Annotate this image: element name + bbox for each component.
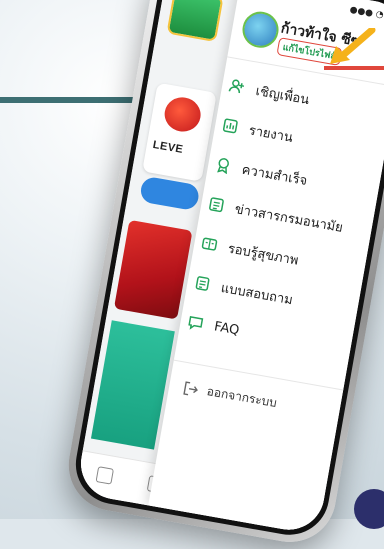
red-highlight-line — [324, 66, 384, 70]
health-literacy-icon — [199, 234, 220, 255]
status-icons: ●●● ◔ ▭ — [348, 4, 384, 23]
yellow-arrow — [330, 28, 376, 64]
level-card[interactable]: LEVE — [142, 82, 217, 182]
news-icon — [206, 194, 227, 215]
blue-action-button[interactable] — [138, 175, 201, 212]
menu-label: รายงาน — [247, 122, 294, 146]
promo-banner[interactable] — [113, 219, 193, 320]
corner-badge — [354, 489, 384, 529]
report-icon — [220, 115, 241, 136]
menu-label: FAQ — [213, 318, 241, 338]
home-icon[interactable] — [95, 466, 115, 485]
logout-icon — [182, 379, 201, 398]
menu-label: ข่าวสารกรมอนามัย — [233, 201, 344, 236]
menu-label: แบบสอบถาม — [219, 280, 294, 308]
invite-friend-icon — [227, 76, 248, 97]
survey-icon — [192, 273, 213, 294]
menu-label: เชิญเพื่อน — [254, 83, 311, 108]
faq-icon — [185, 312, 206, 333]
app-logo — [166, 0, 224, 43]
logout-button[interactable]: ออกจากระบบ — [182, 378, 279, 413]
menu-label: รอบรู้สุขภาพ — [226, 240, 300, 269]
avatar[interactable] — [239, 8, 282, 51]
achievement-icon — [213, 155, 234, 176]
robot-mascot-icon — [161, 94, 204, 135]
level-label: LEVE — [151, 138, 185, 157]
logout-label: ออกจากระบบ — [205, 383, 278, 411]
menu-label: ความสำเร็จ — [240, 162, 309, 189]
